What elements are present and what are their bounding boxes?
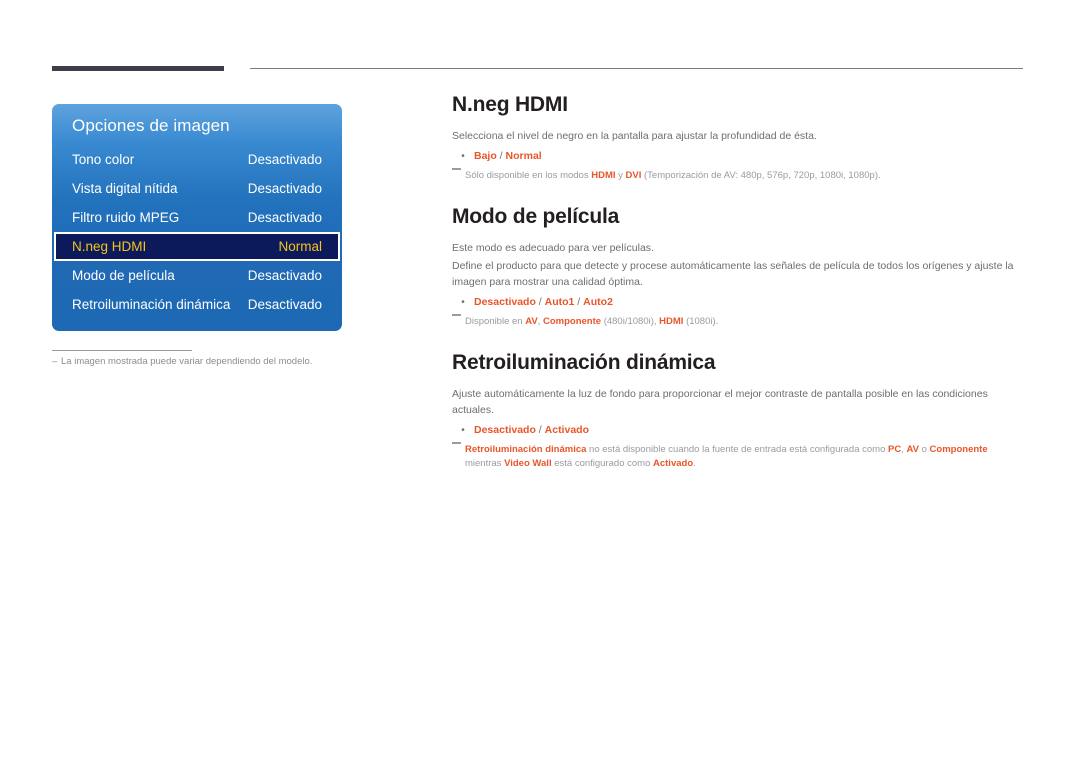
- options-bullet: • Desactivado / Activado: [452, 423, 1024, 438]
- option-value: Desactivado: [474, 296, 536, 308]
- note-highlight: Video Wall: [504, 458, 552, 469]
- osd-row-value: Desactivado: [247, 268, 322, 283]
- manual-content-column: N.neg HDMI Selecciona el nivel de negro …: [452, 92, 1024, 471]
- osd-row-label: Tono color: [72, 152, 135, 167]
- note-highlight: Componente: [929, 444, 988, 455]
- options-bullet: • Bajo / Normal: [452, 149, 1024, 164]
- osd-row-label: Modo de película: [72, 268, 175, 283]
- note-highlight: AV: [525, 316, 538, 327]
- note-text: (1080i).: [683, 316, 719, 327]
- note-dash-icon: [452, 168, 461, 170]
- note-text: no está disponible cuando la fuente de e…: [586, 444, 888, 455]
- bullet-dot-icon: •: [461, 151, 465, 162]
- option-separator: /: [535, 296, 545, 308]
- osd-row-value: Desactivado: [247, 181, 322, 196]
- osd-footnote-dash: –: [52, 356, 58, 367]
- option-value: Activado: [544, 424, 589, 436]
- osd-footnote-text: La imagen mostrada puede variar dependie…: [61, 356, 313, 367]
- section-retroiluminacion-dinamica: Retroiluminación dinámica Ajuste automát…: [452, 350, 1024, 471]
- option-separator: /: [574, 296, 584, 308]
- osd-menu-rows: Tono color Desactivado Vista digital nít…: [52, 145, 342, 319]
- note-highlight: HDMI: [591, 170, 616, 181]
- section-note: Retroiluminación dinámica no está dispon…: [452, 442, 1024, 471]
- section-description: Este modo es adecuado para ver películas…: [452, 242, 654, 254]
- note-highlight: PC: [888, 444, 902, 455]
- osd-row-value: Desactivado: [247, 297, 322, 312]
- osd-row-tono-color[interactable]: Tono color Desactivado: [52, 145, 342, 174]
- option-value: Auto2: [583, 296, 613, 308]
- note-highlight: DVI: [625, 170, 642, 181]
- section-description: Ajuste automáticamente la luz de fondo p…: [452, 388, 988, 416]
- osd-row-label: Filtro ruido MPEG: [72, 210, 180, 225]
- option-value: Desactivado: [474, 424, 536, 436]
- note-highlight: Activado: [653, 458, 694, 469]
- section-note: Disponible en AV, Componente (480i/1080i…: [452, 314, 1024, 329]
- bullet-dot-icon: •: [461, 425, 465, 436]
- note-text: Sólo disponible en los modos: [465, 170, 592, 181]
- page-title: Retroiluminación dinámica: [452, 351, 716, 374]
- section-modo-de-pelicula: Modo de película Este modo es adecuado p…: [452, 204, 1024, 329]
- option-value: Normal: [505, 150, 542, 162]
- osd-row-label: Retroiluminación dinámica: [72, 297, 231, 312]
- option-separator: /: [496, 150, 506, 162]
- osd-menu-title: Opciones de imagen: [72, 116, 230, 135]
- osd-row-nneg-hdmi-selected[interactable]: N.neg HDMI Normal: [54, 232, 340, 261]
- page-title: N.neg HDMI: [452, 93, 568, 116]
- osd-row-modo-de-pelicula[interactable]: Modo de película Desactivado: [52, 261, 342, 290]
- osd-row-value: Normal: [278, 239, 322, 254]
- page-title: Modo de película: [452, 205, 620, 228]
- section-nneg-hdmi: N.neg HDMI Selecciona el nivel de negro …: [452, 92, 1024, 183]
- note-highlight: Retroiluminación dinámica: [465, 444, 587, 455]
- note-dash-icon: [452, 314, 461, 316]
- note-text: .: [693, 458, 696, 469]
- osd-row-label: Vista digital nítida: [72, 181, 178, 196]
- note-text: Disponible en: [465, 316, 526, 327]
- note-text: (Temporización de AV: 480p, 576p, 720p, …: [641, 170, 881, 181]
- options-list: Desactivado / Auto1 / Auto2: [474, 295, 613, 310]
- note-highlight: AV: [906, 444, 919, 455]
- note-text: está configurado como: [551, 458, 653, 469]
- option-separator: /: [535, 424, 545, 436]
- osd-row-vista-digital-nitida[interactable]: Vista digital nítida Desactivado: [52, 174, 342, 203]
- osd-menu-panel: Opciones de imagen Tono color Desactivad…: [52, 104, 342, 331]
- header-accent-bar: [52, 66, 224, 71]
- osd-menu-illustration: Opciones de imagen Tono color Desactivad…: [52, 104, 342, 331]
- note-text: mientras: [465, 458, 505, 469]
- note-text: o: [918, 444, 930, 455]
- section-description: Selecciona el nivel de negro en la panta…: [452, 130, 817, 142]
- osd-row-value: Desactivado: [247, 152, 322, 167]
- option-value: Bajo: [474, 150, 497, 162]
- osd-footnote: – La imagen mostrada puede variar dependi…: [52, 355, 382, 369]
- options-bullet: • Desactivado / Auto1 / Auto2: [452, 295, 1024, 310]
- osd-row-filtro-ruido-mpeg[interactable]: Filtro ruido MPEG Desactivado: [52, 203, 342, 232]
- note-text: y: [615, 170, 626, 181]
- osd-row-retroiluminacion-dinamica[interactable]: Retroiluminación dinámica Desactivado: [52, 290, 342, 319]
- header-divider-line: [250, 68, 1023, 69]
- osd-row-label: N.neg HDMI: [72, 239, 147, 254]
- options-list: Bajo / Normal: [474, 149, 542, 164]
- note-text: (480i/1080i),: [601, 316, 660, 327]
- section-description-extra: Define el producto para que detecte y pr…: [452, 260, 1014, 288]
- osd-footnote-divider: [52, 350, 192, 351]
- note-highlight: HDMI: [659, 316, 684, 327]
- bullet-dot-icon: •: [461, 297, 465, 308]
- osd-row-value: Desactivado: [247, 210, 322, 225]
- options-list: Desactivado / Activado: [474, 423, 589, 438]
- section-note: Sólo disponible en los modos HDMI y DVI …: [452, 168, 1024, 183]
- option-value: Auto1: [544, 296, 575, 308]
- note-dash-icon: [452, 442, 461, 444]
- note-highlight: Componente: [543, 316, 602, 327]
